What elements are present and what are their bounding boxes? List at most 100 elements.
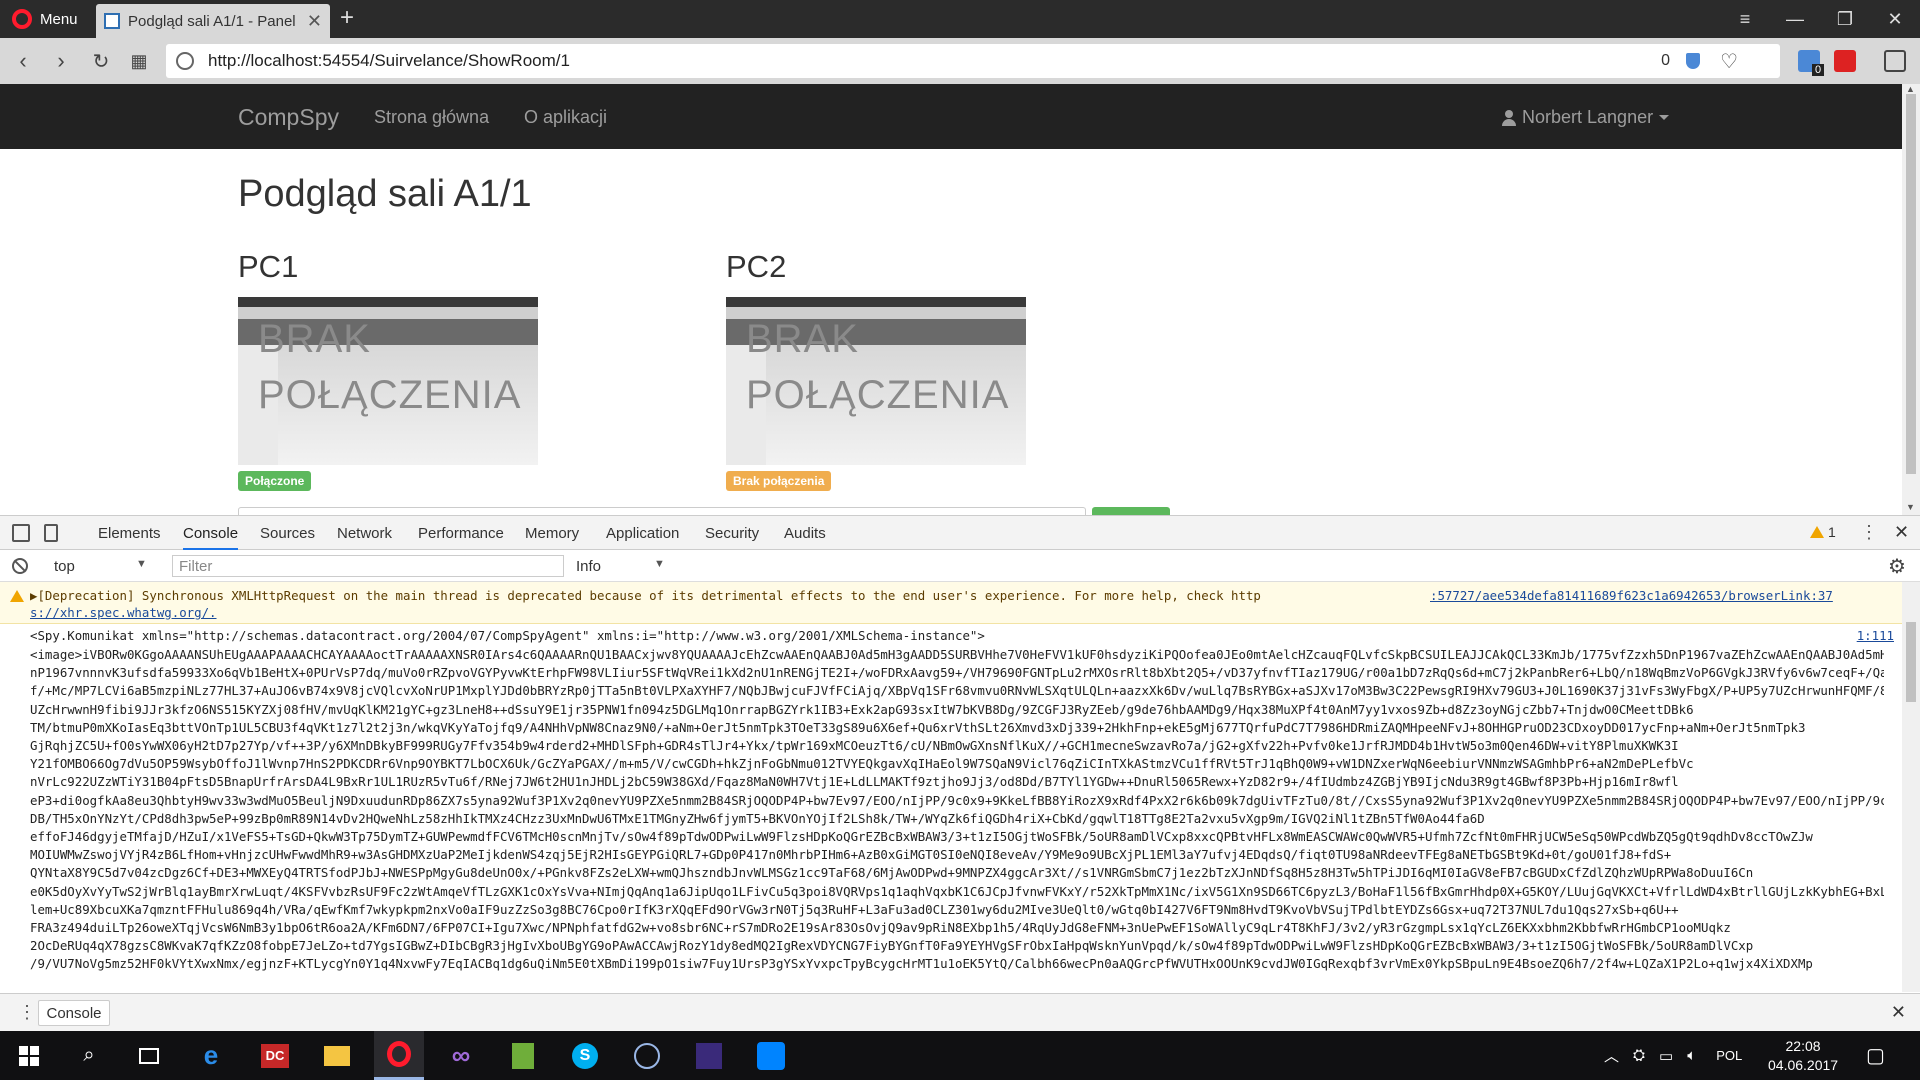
pc-screen-thumbnail[interactable]: BRAK POŁĄCZENIA	[726, 297, 1026, 465]
tab-menu-icon[interactable]: ≡	[1720, 0, 1770, 38]
tab-audits[interactable]: Audits	[784, 525, 826, 542]
address-bar: ‹ › ↻ ▦ http://localhost:54554/Suirvelan…	[0, 38, 1920, 84]
back-icon[interactable]: ‹	[8, 46, 38, 76]
input-field[interactable]	[238, 507, 1086, 515]
nav-link-home[interactable]: Strona główna	[374, 107, 489, 128]
game-app-icon[interactable]	[684, 1031, 734, 1080]
log-line: UZcHrwwnH9fibi9JJr3kfzO6NS515KYZXj08fHV/…	[30, 701, 1694, 717]
new-tab-icon[interactable]: +	[340, 6, 354, 30]
drawer-tab-console[interactable]: Console	[38, 1000, 110, 1026]
shield-icon[interactable]	[1686, 53, 1700, 69]
page-content: Podgląd sali A1/1 PC1 BRAK POŁĄCZENIA Po…	[0, 149, 1902, 515]
console-log-head: <Spy.Komunikat xmlns="http://schemas.dat…	[0, 624, 1902, 643]
tab-title: Podgląd sali A1/1 - Panel C	[128, 12, 299, 30]
sheet-app-icon[interactable]	[498, 1031, 548, 1080]
notifications-icon[interactable]: ▢	[1866, 1031, 1885, 1080]
start-button[interactable]	[4, 1031, 54, 1080]
skype-icon[interactable]: S	[560, 1031, 610, 1080]
device-toolbar-icon[interactable]	[44, 524, 58, 542]
devtools-panel: Elements Console Sources Network Perform…	[0, 515, 1920, 1031]
language-indicator[interactable]: POL	[1716, 1048, 1742, 1063]
system-tray: ︿ ⛭ ▭ 🔈︎ POL	[1604, 1031, 1742, 1080]
restore-icon[interactable]: ❐	[1820, 0, 1870, 38]
close-window-icon[interactable]: ✕	[1870, 0, 1920, 38]
dc-app-icon[interactable]: DC	[250, 1031, 300, 1080]
warning-count[interactable]: 1	[1828, 524, 1836, 540]
level-dropdown-icon[interactable]: ▼	[654, 558, 665, 570]
warning-icon[interactable]	[1810, 526, 1824, 538]
close-tab-icon[interactable]: ✕	[307, 11, 322, 32]
task-view-icon[interactable]	[124, 1031, 174, 1080]
edge-icon[interactable]: e	[186, 1031, 236, 1080]
visual-studio-icon[interactable]: ∞	[436, 1031, 486, 1080]
scroll-thumb[interactable]	[1906, 94, 1916, 474]
submit-button[interactable]	[1092, 507, 1170, 515]
url-field[interactable]: http://localhost:54554/Suirvelance/ShowR…	[166, 44, 1780, 78]
tab-memory[interactable]: Memory	[525, 525, 579, 542]
opera-taskbar-icon[interactable]	[374, 1031, 424, 1080]
tray-chevron-icon[interactable]: ︿	[1604, 1045, 1619, 1066]
log-line: effoFJ46dgyjeTMfajD/HZuI/x1VeFS5+TsGD+Qk…	[30, 829, 1813, 845]
close-devtools-icon[interactable]: ✕	[1894, 522, 1909, 543]
log-line: DB/TH5xOnYNzYt/CPd8dh3pw5eP+99zBp0mR89N1…	[30, 810, 1485, 826]
site-navbar: CompSpy Strona główna O aplikacji Norber…	[0, 84, 1902, 149]
tab-console[interactable]: Console	[183, 525, 239, 550]
log-line: e0K5dOyXvYyTwS2jWrBlq1ayBmrXrwLuqt/4KSFV…	[30, 883, 1884, 899]
level-select[interactable]: Info	[576, 558, 601, 575]
heart-icon[interactable]: ♡	[1720, 49, 1738, 74]
console-scroll-thumb[interactable]	[1906, 622, 1916, 702]
warning-text-cont[interactable]: s://xhr.spec.whatwg.org/.	[30, 605, 1812, 620]
speed-dial-icon[interactable]: ▦	[124, 46, 154, 76]
browser-tab[interactable]: Podgląd sali A1/1 - Panel C ✕	[96, 4, 330, 38]
download-icon[interactable]	[1884, 50, 1906, 72]
log-line: /9/VU7NoVg5mz52HF0kVYtXwxNmx/egjnzF+KTLy…	[30, 956, 1813, 972]
page-scrollbar[interactable]: ▲ ▼	[1902, 84, 1920, 515]
console-scrollbar[interactable]	[1902, 582, 1920, 992]
warning-source-link[interactable]: :57727/aee534defa81411689f623c1a6942653/…	[1430, 588, 1833, 603]
log-source-link[interactable]: 1:111	[1857, 628, 1894, 643]
clear-console-icon[interactable]	[12, 558, 28, 574]
console-log-body: <image>iVBORw0KGgoAAAANSUhEUgAAAPAAAACHC…	[0, 642, 1902, 974]
pc-screen-thumbnail[interactable]: BRAK POŁĄCZENIA	[238, 297, 538, 465]
devtools-menu-icon[interactable]: ⋮	[1860, 522, 1878, 543]
context-dropdown-icon[interactable]: ▼	[136, 558, 147, 570]
scroll-up-icon[interactable]: ▲	[1906, 84, 1915, 94]
browser-window: Menu Podgląd sali A1/1 - Panel C ✕ + ≡ —…	[0, 0, 1920, 1031]
file-explorer-icon[interactable]	[312, 1031, 362, 1080]
search-icon[interactable]: ⌕	[64, 1031, 114, 1080]
context-select[interactable]: top	[54, 558, 75, 575]
log-line: <image>iVBORw0KGgoAAAANSUhEUgAAAPAAAACHC…	[30, 647, 1884, 662]
close-drawer-icon[interactable]: ✕	[1891, 1002, 1906, 1023]
pc-name: PC2	[726, 249, 787, 284]
settings-gear-icon[interactable]: ⚙	[1888, 554, 1906, 579]
console-warning[interactable]: ▶[Deprecation] Synchronous XMLHttpReques…	[0, 582, 1902, 624]
forward-icon[interactable]: ›	[46, 46, 76, 76]
tab-performance[interactable]: Performance	[418, 525, 504, 542]
minimize-icon[interactable]: —	[1770, 0, 1820, 38]
windows-logo-icon	[19, 1045, 39, 1066]
messenger-icon[interactable]	[746, 1031, 796, 1080]
console-output: ▶[Deprecation] Synchronous XMLHttpReques…	[0, 582, 1902, 992]
tab-network[interactable]: Network	[337, 525, 392, 542]
tab-application[interactable]: Application	[606, 525, 679, 542]
volume-icon[interactable]: 🔈︎	[1687, 1047, 1696, 1064]
user-menu[interactable]: Norbert Langner	[1502, 107, 1670, 128]
network-icon[interactable]: ⛭	[1633, 1047, 1645, 1064]
tab-sources[interactable]: Sources	[260, 525, 315, 542]
reload-icon[interactable]: ↻	[86, 46, 116, 76]
site-brand[interactable]: CompSpy	[238, 104, 339, 131]
battery-icon[interactable]: ▭	[1659, 1047, 1673, 1065]
extension-red-icon[interactable]	[1834, 50, 1856, 72]
clock[interactable]: 22:08 04.06.2017	[1768, 1031, 1838, 1080]
nav-link-about[interactable]: O aplikacji	[524, 107, 607, 128]
inspect-element-icon[interactable]	[12, 524, 30, 542]
log-line: eP3+di0ogfkAa8eu3QhbtyH9wv33w3wdMuO5Beul…	[30, 792, 1884, 808]
globe-app-icon[interactable]	[622, 1031, 672, 1080]
caret-down-icon	[1659, 115, 1670, 120]
filter-input[interactable]: Filter	[172, 555, 564, 577]
drawer-menu-icon[interactable]: ⋮	[18, 1002, 36, 1023]
tab-security[interactable]: Security	[705, 525, 759, 542]
tab-elements[interactable]: Elements	[98, 525, 161, 542]
opera-menu-button[interactable]: Menu	[0, 0, 92, 38]
scroll-down-icon[interactable]: ▼	[1906, 502, 1915, 512]
